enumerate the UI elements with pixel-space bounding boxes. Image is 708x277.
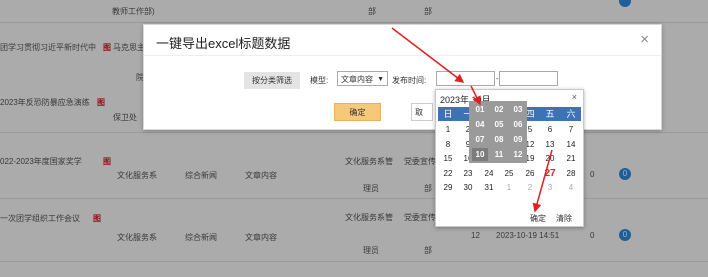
annotation-arrows (391, 27, 553, 213)
annotation-arrow (470, 85, 481, 106)
annotation-arrow (532, 149, 553, 213)
annotation-arrow (391, 27, 465, 83)
